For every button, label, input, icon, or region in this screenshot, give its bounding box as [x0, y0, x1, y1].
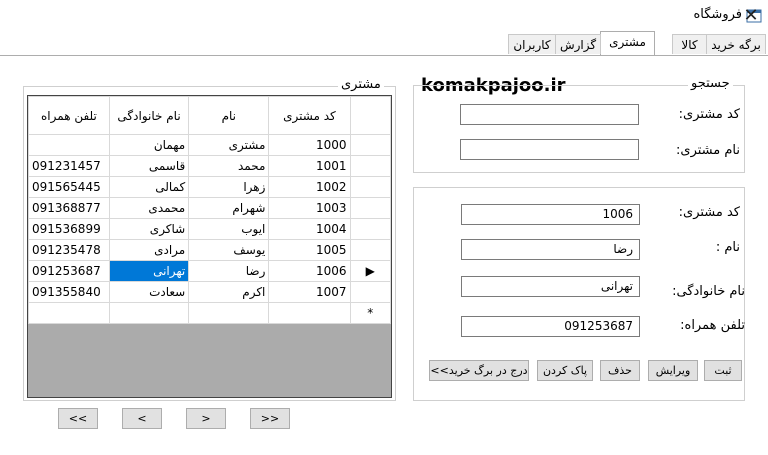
cell-phone[interactable]: 091355840 — [28, 281, 110, 303]
table-row[interactable]: 091235478 مرادی یوسف 1005 — [28, 239, 391, 261]
cell-code[interactable]: 1000 — [268, 134, 351, 156]
nav-first-button[interactable]: << — [250, 408, 290, 429]
new-row[interactable]: * — [28, 302, 391, 324]
new-row-cell[interactable] — [28, 302, 110, 324]
edit-family-label: نام خانوادگی: — [672, 284, 745, 299]
edit-button[interactable]: ویرایش — [648, 360, 698, 381]
cell-phone[interactable]: 091565445 — [28, 176, 110, 198]
customers-group-label: مشتری — [338, 77, 384, 92]
cell-family[interactable]: مهمان — [108, 134, 190, 156]
cell-phone[interactable]: 091368877 — [28, 197, 110, 219]
search-code-label: کد مشتری: — [678, 107, 740, 122]
row-selector[interactable] — [349, 281, 391, 303]
cell-family[interactable]: سعادت — [108, 281, 190, 303]
tab-goods[interactable]: کالا — [672, 34, 707, 54]
header-name[interactable]: نام — [188, 96, 270, 135]
cell-phone[interactable]: 091235478 — [28, 239, 110, 261]
table-row[interactable]: 091231457 قاسمی محمد 1001 — [28, 155, 391, 177]
cell-code[interactable]: 1003 — [268, 197, 351, 219]
cell-phone[interactable]: 091253687 — [28, 260, 110, 282]
new-row-cell[interactable] — [268, 302, 351, 324]
cell-code[interactable]: 1006 — [268, 260, 351, 282]
grid-header-row: تلفن همراه نام خانوادگی نام کد مشتری — [28, 96, 391, 135]
search-name-label: نام مشتری: — [676, 143, 740, 158]
cell-family[interactable]: کمالی — [108, 176, 190, 198]
edit-phone-label: تلفن همراه: — [680, 318, 745, 333]
edit-name-input[interactable]: رضا — [461, 239, 640, 260]
cell-family[interactable]: قاسمی — [108, 155, 190, 177]
row-selector[interactable] — [349, 176, 391, 198]
edit-name-label: نام : — [715, 240, 740, 255]
search-code-input[interactable] — [460, 104, 639, 125]
header-family[interactable]: نام خانوادگی — [108, 96, 190, 135]
tab-report[interactable]: گزارش — [555, 34, 601, 54]
row-selector[interactable] — [349, 218, 391, 240]
header-code[interactable]: کد مشتری — [268, 96, 351, 135]
tab-customer[interactable]: مشتری — [600, 31, 655, 56]
edit-code-input[interactable]: 1006 — [461, 204, 640, 225]
search-name-input[interactable] — [460, 139, 639, 160]
cell-code[interactable]: 1004 — [268, 218, 351, 240]
save-button[interactable]: ثبت — [704, 360, 742, 381]
table-row[interactable]: 091355840 سعادت اکرم 1007 — [28, 281, 391, 303]
header-phone[interactable]: تلفن همراه — [28, 96, 110, 135]
cell-name[interactable]: اکرم — [188, 281, 270, 303]
header-corner — [349, 96, 391, 135]
cell-name[interactable]: محمد — [188, 155, 270, 177]
new-row-cell[interactable] — [188, 302, 270, 324]
table-row[interactable]: 091536899 شاکری ایوب 1004 — [28, 218, 391, 240]
nav-prev-button[interactable]: < — [186, 408, 226, 429]
insert-to-invoice-button[interactable]: درج در برگ خرید>> — [429, 360, 529, 381]
cell-family[interactable]: مرادی — [108, 239, 190, 261]
table-row[interactable]: 091253687 تهرانی رضا 1006 ▶ — [28, 260, 391, 282]
cell-name[interactable]: یوسف — [188, 239, 270, 261]
tab-users[interactable]: کاربران — [508, 34, 556, 54]
delete-button[interactable]: حذف — [600, 360, 640, 381]
window-title: فروشگاه — [693, 7, 742, 22]
edit-code-label: کد مشتری: — [678, 205, 740, 220]
cell-code[interactable]: 1005 — [268, 239, 351, 261]
cell-code[interactable]: 1001 — [268, 155, 351, 177]
cell-name[interactable]: زهرا — [188, 176, 270, 198]
cell-name[interactable]: ایوب — [188, 218, 270, 240]
cell-phone[interactable] — [28, 134, 110, 156]
cell-name[interactable]: مشتری — [188, 134, 270, 156]
table-row[interactable]: مهمان مشتری 1000 — [28, 134, 391, 156]
table-row[interactable]: 091368877 محمدی شهرام 1003 — [28, 197, 391, 219]
clear-button[interactable]: پاک کردن — [537, 360, 593, 381]
cell-family[interactable]: شاکری — [108, 218, 190, 240]
customers-grid[interactable]: تلفن همراه نام خانوادگی نام کد مشتری مهم… — [27, 95, 392, 398]
cell-family[interactable]: محمدی — [108, 197, 190, 219]
row-selector[interactable] — [349, 134, 391, 156]
cell-phone[interactable]: 091536899 — [28, 218, 110, 240]
edit-phone-input[interactable]: 091253687 — [461, 316, 640, 337]
row-selector[interactable] — [349, 239, 391, 261]
table-row[interactable]: 091565445 کمالی زهرا 1002 — [28, 176, 391, 198]
cell-name[interactable]: شهرام — [188, 197, 270, 219]
close-icon[interactable]: ✕ — [738, 4, 764, 28]
cell-phone[interactable]: 091231457 — [28, 155, 110, 177]
nav-last-button[interactable]: >> — [58, 408, 98, 429]
row-selector[interactable] — [349, 197, 391, 219]
cell-name[interactable]: رضا — [188, 260, 270, 282]
edit-family-input[interactable]: تهرانی — [461, 276, 640, 297]
search-group-label: جستجو — [688, 76, 733, 91]
tab-purchase[interactable]: برگه خرید — [706, 34, 766, 54]
row-selector[interactable]: ▶ — [349, 260, 391, 282]
title-bar — [0, 0, 768, 32]
cell-code[interactable]: 1002 — [268, 176, 351, 198]
nav-next-button[interactable]: > — [122, 408, 162, 429]
cell-code[interactable]: 1007 — [268, 281, 351, 303]
row-selector[interactable] — [349, 155, 391, 177]
new-row-cell[interactable] — [108, 302, 190, 324]
cell-family[interactable]: تهرانی — [108, 260, 190, 282]
new-row-marker: * — [349, 302, 391, 324]
